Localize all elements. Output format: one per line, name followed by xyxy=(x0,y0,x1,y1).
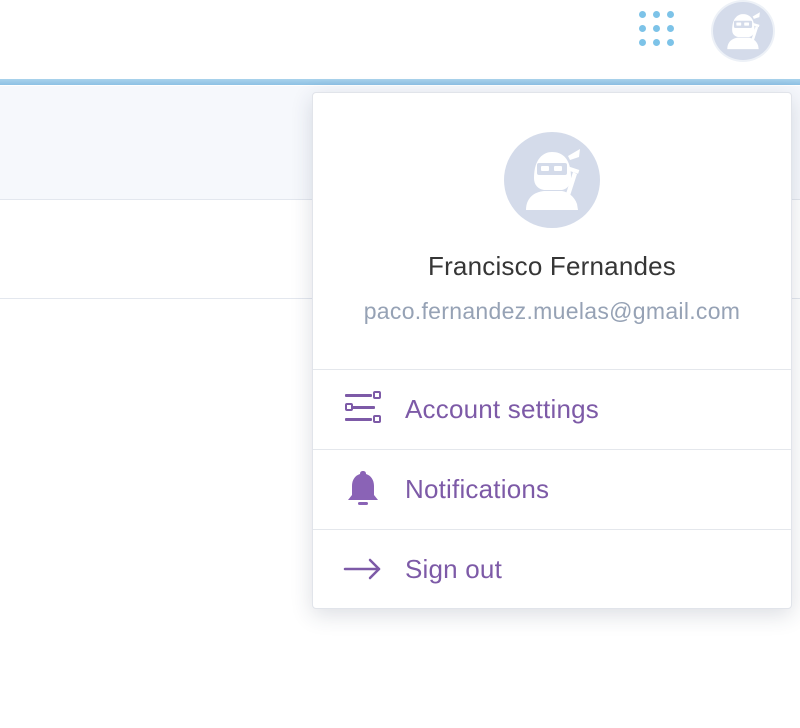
ninja-avatar-icon xyxy=(526,149,580,210)
profile-section: Francisco Fernandes paco.fernandez.muela… xyxy=(313,93,791,370)
menu-label-account-settings: Account settings xyxy=(405,394,599,424)
settings-sliders-icon xyxy=(345,391,381,423)
page: Francisco Fernandes paco.fernandez.muela… xyxy=(0,0,800,728)
profile-avatar xyxy=(504,132,600,228)
top-bar xyxy=(0,0,800,80)
ninja-avatar-icon xyxy=(727,12,760,50)
profile-name: Francisco Fernandes xyxy=(427,251,677,281)
apps-grid-icon[interactable] xyxy=(639,11,677,49)
header-accent-line xyxy=(0,79,800,85)
user-dropdown-menu: Francisco Fernandes paco.fernandez.muela… xyxy=(312,92,792,609)
user-avatar-button[interactable] xyxy=(711,0,775,62)
menu-label-sign-out: Sign out xyxy=(405,554,503,584)
menu-label-notifications: Notifications xyxy=(405,474,550,504)
bell-icon xyxy=(348,471,378,505)
arrow-right-icon xyxy=(343,558,381,580)
menu-item-sign-out[interactable]: Sign out xyxy=(313,530,791,609)
menu-item-notifications[interactable]: Notifications xyxy=(313,450,791,530)
menu-item-account-settings[interactable]: Account settings xyxy=(313,370,791,450)
profile-email: paco.fernandez.muelas@gmail.com xyxy=(363,298,741,324)
